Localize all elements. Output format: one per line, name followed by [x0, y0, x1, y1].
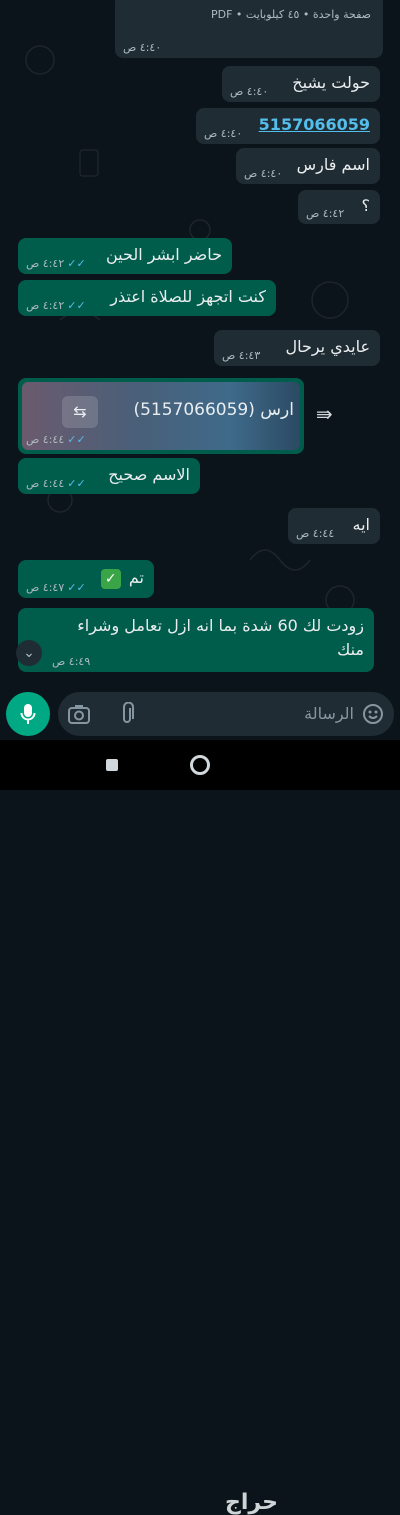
message-time: ٤:٤٠ ص	[123, 41, 162, 54]
read-ticks-icon: ✓✓	[67, 477, 86, 490]
system-nav-bar: حراج	[0, 740, 400, 1515]
message-bubble-incoming[interactable]: ايه ٤:٤٤ ص	[288, 508, 380, 544]
message-time: ٤:٤٠ ص	[204, 127, 243, 140]
message-input-placeholder: الرسالة	[304, 704, 354, 723]
scroll-down-button[interactable]: ⌄	[16, 640, 42, 666]
chevron-down-double-icon: ⌄	[23, 645, 35, 661]
message-bubble-outgoing[interactable]: تم ✓ ✓✓٤:٤٧ ص	[18, 560, 154, 598]
message-text-line2: منك	[337, 640, 364, 659]
read-ticks-icon: ✓✓	[67, 257, 86, 270]
account-number-link[interactable]: 5157066059	[259, 115, 370, 134]
message-text: كنت اتجهز للصلاة اعتذر	[110, 287, 266, 306]
message-bubble-outgoing[interactable]: كنت اتجهز للصلاة اعتذر ✓✓٤:٤٢ ص	[18, 280, 276, 316]
home-button[interactable]	[190, 755, 210, 775]
message-bubble-incoming[interactable]: عايدي يرحال ٤:٤٣ ص	[214, 330, 380, 366]
message-time: ٤:٤٠ ص	[244, 167, 283, 180]
message-time: ٤:٤٠ ص	[230, 85, 269, 98]
message-time: ✓✓٤:٤٤ ص	[26, 433, 86, 446]
document-meta: صفحة واحدة • ٤٥ كيلوبايت • PDF	[211, 8, 371, 21]
forward-icon[interactable]: ⇛	[316, 402, 333, 426]
message-text: عايدي يرحال	[285, 337, 370, 356]
message-bubble-incoming[interactable]: 5157066059 ٤:٤٠ ص	[196, 108, 380, 144]
chat-area[interactable]: صفحة واحدة • ٤٥ كيلوبايت • PDF ٤:٤٠ ص حو…	[0, 0, 400, 690]
message-time: ✓✓٤:٤٢ ص	[26, 257, 86, 270]
document-message[interactable]: صفحة واحدة • ٤٥ كيلوبايت • PDF ٤:٤٠ ص	[115, 0, 383, 58]
message-text: اسم فارس	[296, 155, 370, 174]
message-text-line1: زودت لك 60 شدة بما انه ازل تعامل وشراء	[77, 616, 364, 635]
swap-icon: ⇆	[62, 396, 98, 428]
read-ticks-icon: ✓✓	[67, 433, 86, 446]
message-text: الاسم صحيح	[108, 465, 190, 484]
message-text: تم ✓	[100, 568, 144, 589]
emoji-icon[interactable]	[362, 703, 384, 725]
message-text: حولت يشيخ	[292, 73, 370, 92]
image-overlay-text: ارس (5157066059)	[133, 400, 294, 420]
message-time: ٤:٤٢ ص	[306, 207, 345, 220]
paperclip-icon[interactable]	[120, 702, 134, 726]
message-time: ٤:٤٣ ص	[222, 349, 261, 362]
camera-icon[interactable]	[68, 704, 90, 724]
message-bubble-outgoing[interactable]: زودت لك 60 شدة بما انه ازل تعامل وشراء م…	[18, 608, 374, 672]
message-text: ايه	[352, 515, 370, 534]
message-text: حاضر ابشر الحين	[105, 245, 222, 264]
recents-button[interactable]	[106, 759, 118, 771]
message-bubble-outgoing[interactable]: حاضر ابشر الحين ✓✓٤:٤٢ ص	[18, 238, 232, 274]
read-ticks-icon: ✓✓	[67, 581, 86, 594]
message-bubble-incoming[interactable]: حولت يشيخ ٤:٤٠ ص	[222, 66, 380, 102]
message-bubble-incoming[interactable]: ؟ ٤:٤٢ ص	[298, 190, 380, 224]
message-text: ؟	[361, 196, 371, 215]
check-mark-emoji-icon: ✓	[100, 569, 121, 589]
haraj-watermark: حراج	[225, 1490, 278, 1515]
image-message-outgoing[interactable]: ⇆ ارس (5157066059) ✓✓٤:٤٤ ص	[18, 378, 304, 454]
message-time: ٤:٤٩ ص	[52, 655, 91, 668]
message-bubble-incoming[interactable]: اسم فارس ٤:٤٠ ص	[236, 148, 380, 184]
message-time: ✓✓٤:٤٢ ص	[26, 299, 86, 312]
message-input[interactable]: الرسالة	[58, 692, 394, 736]
read-ticks-icon: ✓✓	[67, 299, 86, 312]
mic-button[interactable]	[6, 692, 50, 736]
message-bubble-outgoing[interactable]: الاسم صحيح ✓✓٤:٤٤ ص	[18, 458, 200, 494]
mic-icon	[20, 704, 36, 724]
message-time: ✓✓٤:٤٧ ص	[26, 581, 86, 594]
message-time: ✓✓٤:٤٤ ص	[26, 477, 86, 490]
message-time: ٤:٤٤ ص	[296, 527, 335, 540]
